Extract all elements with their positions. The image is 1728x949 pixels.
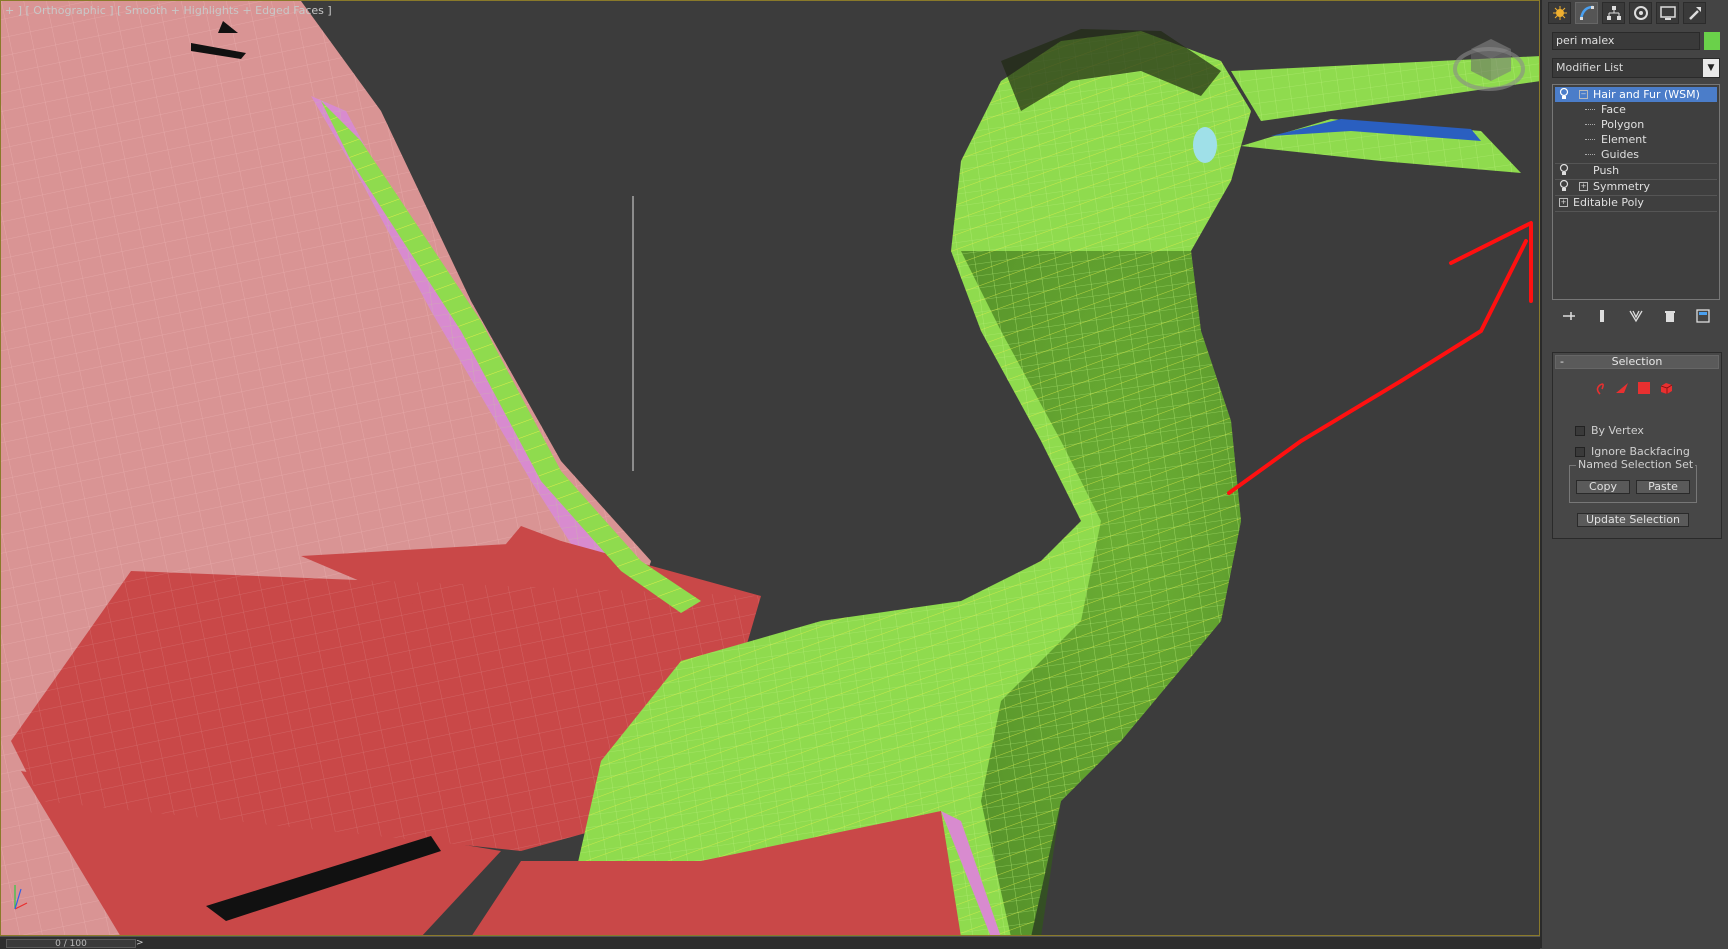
end-result-icon [1600,310,1605,322]
trash-icon [1664,311,1675,322]
time-slider[interactable]: 0 / 100 [6,939,136,949]
selection-rollout: - Selection By Vertex Ignore Backfacing … [1552,352,1722,539]
modify-icon [1579,5,1594,20]
named-selection-set-group: Named Selection Set Copy Paste [1569,458,1697,503]
make-unique-icon [1629,310,1643,323]
viewport-scene [1,1,1539,935]
stack-item-label: Push [1593,164,1620,177]
rollout-title: Selection [1611,355,1663,368]
stack-divider [1555,211,1717,212]
stack-item-label: Polygon [1601,118,1645,131]
stack-subitem-element[interactable]: Element [1555,132,1717,147]
command-panel-tabs [1548,2,1706,26]
annotation-arrow [1227,221,1533,495]
checkbox-label: Ignore Backfacing [1591,445,1690,458]
checkbox[interactable] [1575,447,1585,457]
motion-icon [1633,6,1648,20]
ignore-backfacing-checkbox[interactable]: Ignore Backfacing [1575,445,1690,459]
update-selection-button[interactable]: Update Selection [1577,513,1689,527]
stack-item-label: Face [1601,103,1626,116]
tree-line [1585,139,1595,140]
utilities-tab[interactable] [1683,2,1706,24]
stack-item-editable-poly[interactable]: + Editable Poly [1555,195,1717,210]
tree-line [1585,109,1595,110]
next-frame-button[interactable]: > [136,938,144,948]
selection-rollout-header[interactable]: - Selection [1555,355,1719,369]
checkbox-label: By Vertex [1591,424,1644,437]
make-unique-button[interactable] [1628,308,1644,324]
tree-line [1585,154,1595,155]
expand-icon[interactable]: + [1559,198,1568,207]
chevron-down-icon[interactable]: ▼ [1703,59,1719,77]
lightbulb-icon[interactable] [1559,88,1569,100]
viewport-label[interactable]: + ] [ Orthographic ] [ Smooth + Highligh… [5,4,332,17]
motion-tab[interactable] [1629,2,1652,24]
modifier-stack: − Hair and Fur (WSM) Face Polygon Elemen… [1552,84,1720,300]
collapse-icon: - [1560,355,1564,368]
command-panel: peri malex Modifier List ▼ − Hair and Fu… [1540,0,1728,948]
remove-modifier-button[interactable] [1662,308,1678,324]
by-vertex-checkbox[interactable]: By Vertex [1575,424,1644,438]
stack-subitem-face[interactable]: Face [1555,102,1717,117]
hierarchy-icon [1606,6,1621,20]
show-end-result-button[interactable] [1594,308,1610,324]
element-icon[interactable] [1659,381,1673,395]
stack-item-label: Symmetry [1593,180,1651,193]
hierarchy-tab[interactable] [1602,2,1625,24]
modify-tab[interactable] [1575,2,1598,24]
guide-hair-icon[interactable] [1593,381,1607,395]
display-tab[interactable] [1656,2,1679,24]
object-color-swatch[interactable] [1704,32,1720,50]
stack-subitem-polygon[interactable]: Polygon [1555,117,1717,132]
lightbulb-icon[interactable] [1559,164,1569,176]
collapse-icon[interactable]: − [1579,90,1588,99]
perspective-viewport[interactable]: + ] [ Orthographic ] [ Smooth + Highligh… [0,0,1540,936]
stack-item-hair-and-fur[interactable]: − Hair and Fur (WSM) [1555,87,1717,102]
stack-item-label: Guides [1601,148,1640,161]
modifier-list-dropdown[interactable]: Modifier List ▼ [1552,58,1720,78]
expand-icon[interactable]: + [1579,182,1588,191]
stack-item-label: Editable Poly [1573,196,1644,209]
create-icon [1552,6,1567,20]
modifier-list-label: Modifier List [1556,61,1624,74]
configure-icon [1696,309,1710,323]
display-icon [1659,6,1676,20]
stack-item-symmetry[interactable]: + Symmetry [1555,179,1717,194]
configure-modifier-sets-button[interactable] [1695,308,1711,324]
pin-icon [1562,312,1575,320]
tree-line [1585,124,1595,125]
sub-object-level-icons [1593,381,1673,395]
group-label: Named Selection Set [1576,458,1696,471]
pin-stack-button[interactable] [1561,308,1577,324]
time-slider-bar: 0 / 100 > [0,936,1540,949]
create-tab[interactable] [1548,2,1571,24]
copy-button[interactable]: Copy [1576,480,1630,494]
stack-item-push[interactable]: Push [1555,163,1717,178]
object-name-field[interactable]: peri malex [1552,32,1700,50]
checkbox[interactable] [1575,426,1585,436]
stack-toolbar [1552,306,1720,326]
face-icon[interactable] [1615,381,1629,395]
stack-item-label: Hair and Fur (WSM) [1593,88,1700,101]
stack-subitem-guides[interactable]: Guides [1555,147,1717,162]
lightbulb-icon[interactable] [1559,180,1569,192]
stack-item-label: Element [1601,133,1647,146]
polygon-icon[interactable] [1637,381,1651,395]
utilities-icon [1688,7,1701,20]
paste-button[interactable]: Paste [1636,480,1690,494]
